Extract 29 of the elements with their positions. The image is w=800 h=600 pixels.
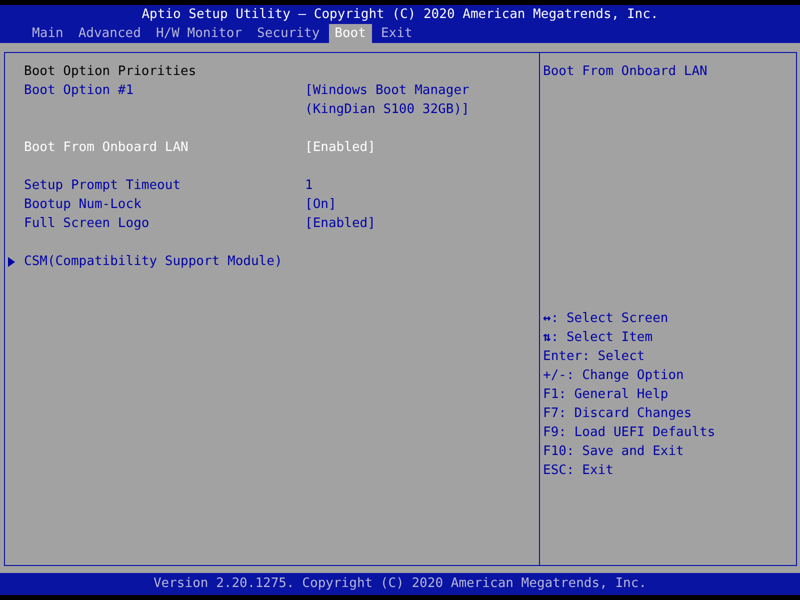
menu-tab[interactable]: Main (26, 24, 70, 43)
help-text: Boot From Onboard LAN (543, 63, 708, 81)
submenu-arrow-icon (8, 256, 15, 266)
key-help-line: ⇅: Select Item (543, 329, 654, 347)
version-footer: Version 2.20.1275. Copyright (C) 2020 American Megatrends, Inc. (0, 573, 800, 595)
menu-tab[interactable]: Exit (374, 24, 418, 43)
key-help-line: F1: General Help (543, 386, 670, 404)
key-help-line: F10: Save and Exit (543, 443, 685, 461)
key-help-line: F9: Load UEFI Defaults (543, 424, 716, 442)
menu-tab[interactable]: Advanced (72, 24, 147, 43)
setting-label[interactable]: Boot Option #1 (24, 81, 305, 119)
setting-value[interactable]: (KingDian S100 32GB)] (305, 100, 470, 119)
menu-tab[interactable]: Security (251, 24, 326, 43)
setting-label[interactable]: Bootup Num-Lock (24, 195, 305, 214)
setting-value[interactable]: [On] (305, 195, 336, 214)
setting-label[interactable]: Setup Prompt Timeout (24, 176, 305, 195)
key-help-line: +/-: Change Option (543, 367, 685, 385)
setting-value[interactable]: [Enabled] (305, 214, 376, 233)
window-title: Aptio Setup Utility – Copyright (C) 2020 American Megatrends, Inc. (140, 6, 660, 24)
submenu-item[interactable]: CSM(Compatibility Support Module) (24, 252, 305, 271)
section-heading: Boot Option Priorities (24, 63, 198, 81)
key-help-line: Enter: Select (543, 348, 646, 366)
setting-value[interactable]: 1 (305, 176, 313, 195)
key-help-line: ESC: Exit (543, 462, 614, 480)
key-help-line: ↔: Select Screen (543, 310, 670, 328)
setting-value[interactable]: [Windows Boot Manager (305, 81, 470, 100)
menu-tab[interactable]: H/W Monitor (150, 24, 248, 43)
setting-label[interactable]: Full Screen Logo (24, 214, 305, 233)
key-help-line: F7: Discard Changes (543, 405, 693, 423)
